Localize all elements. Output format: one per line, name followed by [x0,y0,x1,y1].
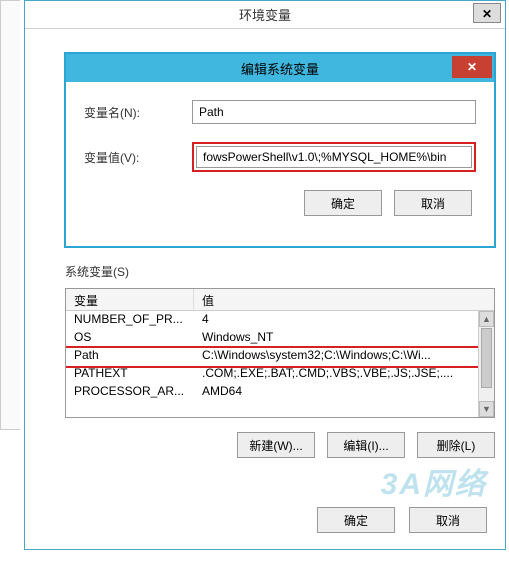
delete-button[interactable]: 删除(L) [417,432,495,458]
scroll-up-icon[interactable]: ▲ [479,311,494,327]
bottom-button-row: 确定 取消 [317,507,487,533]
sys-button-row: 新建(W)... 编辑(I)... 删除(L) [65,432,495,458]
inner-body: 变量名(N): 变量值(V): 确定 取消 [66,82,494,228]
table-row[interactable]: PATHEXT .COM;.EXE;.BAT;.CMD;.VBS;.VBE;.J… [66,365,494,383]
cell-name: PROCESSOR_AR... [66,383,194,401]
inner-title: 编辑系统变量 [241,59,319,78]
var-name-row: 变量名(N): [84,100,476,124]
close-icon: ✕ [467,60,477,74]
scroll-thumb[interactable] [481,328,492,388]
inner-titlebar: 编辑系统变量 ✕ [66,54,494,82]
system-vars-label: 系统变量(S) [65,263,495,280]
cell-value: C:\Windows\system32;C:\Windows;C:\Wi... [194,347,494,365]
outer-ok-button[interactable]: 确定 [317,507,395,533]
vertical-scrollbar[interactable]: ▲ ▼ [478,311,494,417]
system-vars-table: 变量 值 NUMBER_OF_PR... 4 OS Windows_NT Pat… [65,288,495,418]
var-name-input[interactable] [192,100,476,124]
table-header: 变量 值 [66,289,494,311]
scroll-down-icon[interactable]: ▼ [479,401,494,417]
var-value-input[interactable] [196,146,472,168]
close-icon: ✕ [482,7,492,21]
inner-button-row: 确定 取消 [84,190,476,216]
env-vars-dialog: 环境变量 ✕ 编辑系统变量 ✕ 变量名(N): 变量值(V): 确定 [24,0,506,550]
outer-close-button[interactable]: ✕ [473,3,501,23]
table-row[interactable]: Path C:\Windows\system32;C:\Windows;C:\W… [66,347,494,365]
cell-value: .COM;.EXE;.BAT;.CMD;.VBS;.VBE;.JS;.JSE;.… [194,365,494,383]
outer-cancel-button[interactable]: 取消 [409,507,487,533]
inner-ok-button[interactable]: 确定 [304,190,382,216]
var-value-label: 变量值(V): [84,149,192,166]
var-value-highlight [192,142,476,172]
left-panel-edge [0,0,20,430]
inner-cancel-button[interactable]: 取消 [394,190,472,216]
cell-value: AMD64 [194,383,494,401]
table-body: NUMBER_OF_PR... 4 OS Windows_NT Path C:\… [66,311,494,417]
inner-close-button[interactable]: ✕ [452,56,492,78]
var-value-row: 变量值(V): [84,142,476,172]
cell-name: Path [66,347,194,365]
cell-name: OS [66,329,194,347]
outer-title: 环境变量 [239,5,291,24]
cell-value: 4 [194,311,494,329]
watermark: 3A网络 [381,459,487,503]
table-row[interactable]: NUMBER_OF_PR... 4 [66,311,494,329]
cell-value: Windows_NT [194,329,494,347]
new-button[interactable]: 新建(W)... [237,432,315,458]
cell-name: PATHEXT [66,365,194,383]
cell-name: NUMBER_OF_PR... [66,311,194,329]
table-row[interactable]: PROCESSOR_AR... AMD64 [66,383,494,401]
edit-button[interactable]: 编辑(I)... [327,432,405,458]
table-row[interactable]: OS Windows_NT [66,329,494,347]
outer-titlebar: 环境变量 ✕ [25,1,505,29]
var-name-label: 变量名(N): [84,104,192,121]
edit-sysvar-dialog: 编辑系统变量 ✕ 变量名(N): 变量值(V): 确定 取消 [65,53,495,247]
system-vars-section: 系统变量(S) 变量 值 NUMBER_OF_PR... 4 OS Window… [65,263,495,458]
col-header-value[interactable]: 值 [194,289,494,310]
col-header-name[interactable]: 变量 [66,289,194,310]
